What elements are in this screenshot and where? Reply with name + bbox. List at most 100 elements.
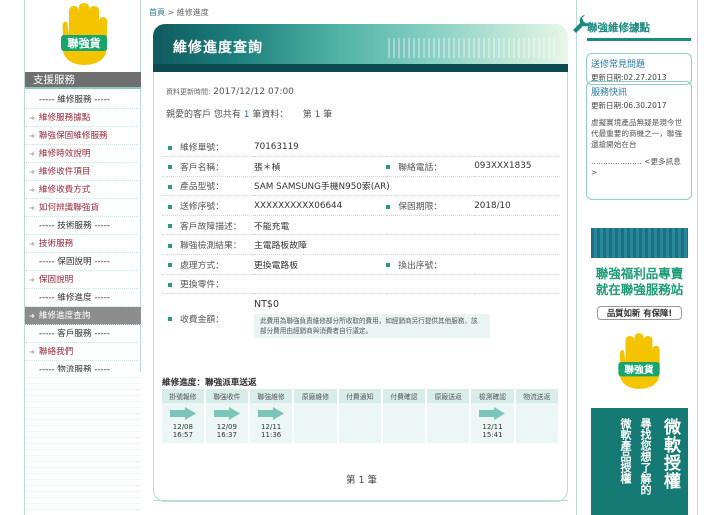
sidebar-item[interactable]: ➜ 聯強保固維修服務 bbox=[25, 127, 141, 145]
promo-slogan: 品質如新 有保障! bbox=[597, 306, 682, 320]
news-box: 服務快訊 更新日期:06.30.2017 虛擬實境產品無疑是現今世代最重要的商機… bbox=[586, 81, 692, 200]
arrow-icon: ➜ bbox=[29, 312, 35, 320]
breadcrumb: 首頁 > 維修進度 bbox=[149, 7, 209, 18]
fault-label: 客戶故障描述： bbox=[162, 215, 254, 236]
sidebar-item[interactable]: ➜ 維修進度查詢 bbox=[25, 307, 141, 325]
banner-decoration bbox=[388, 38, 558, 58]
left-sidebar: 聯強貨 支援服務 ----- 維修服務 ----- ➜ 維修服務據點 ➜ 聯強保固維修服… bbox=[24, 0, 141, 515]
progress-step-label: 付費通知 bbox=[337, 389, 383, 403]
sidebar-item[interactable]: ➜ 維修服務據點 bbox=[25, 109, 141, 127]
news-body[interactable]: 虛擬實境產品無疑是現今世代最重要的商機之一，聯強還搶開始在台 bbox=[591, 117, 687, 150]
sidebar-section-header: ----- 維修進度 ----- bbox=[25, 289, 141, 307]
logo[interactable]: 聯強貨 bbox=[55, 2, 113, 68]
table-row: 客戶故障描述： 不能充電 bbox=[162, 215, 560, 236]
microsoft-ad-line1: 尋找您想了解的 bbox=[639, 418, 652, 495]
promo-banner[interactable]: 聯強福利品專賣就在聯強服務站 品質如新 有保障! 聯強貨 微軟授權 尋找您想了解… bbox=[591, 228, 688, 515]
progress-step-time: 16:57 bbox=[172, 431, 193, 439]
sidebar-item-label: 維修服務據點 bbox=[38, 113, 91, 123]
progress-step-label: 原廠送返 bbox=[426, 389, 472, 403]
sidebar-item[interactable]: ➜ 聯絡我們 bbox=[25, 343, 141, 361]
table-row: 更換零件： bbox=[162, 274, 560, 295]
sidebar-item-label: 維修收件項目 bbox=[38, 167, 91, 177]
breadcrumb-home-link[interactable]: 首頁 bbox=[149, 8, 165, 17]
sidebar-item-label: 如何辨識聯強貨 bbox=[38, 203, 100, 213]
phone-label: 聯絡電話： bbox=[386, 156, 475, 177]
microsoft-ad[interactable]: 微軟授權 尋找您想了解的 微軟產品授權 bbox=[591, 408, 688, 515]
sidebar-title: 支援服務 bbox=[25, 72, 141, 89]
progress-step-label: 聯強維修 bbox=[249, 389, 295, 403]
fault-value: 不能充電 bbox=[254, 215, 560, 236]
sidebar-item[interactable]: ➜ 維修收費方式 bbox=[25, 181, 141, 199]
svg-text:聯強貨: 聯強貨 bbox=[624, 363, 654, 376]
news-date: 更新日期:06.30.2017 bbox=[591, 101, 667, 110]
ticket-value: 70163119 bbox=[254, 137, 560, 158]
progress-step-label: 掛號報修 bbox=[162, 389, 206, 403]
progress-step bbox=[381, 403, 428, 443]
swap-label: 換出序號： bbox=[386, 254, 475, 275]
sidebar-item[interactable]: ➜ 如何辨識聯強貨 bbox=[25, 199, 141, 217]
sidebar-item-label: 聯絡我們 bbox=[38, 347, 74, 357]
sidebar-section-header: ----- 保固說明 ----- bbox=[25, 253, 141, 271]
service-locations-link[interactable]: 聯強維修據點 bbox=[587, 20, 650, 35]
news-more-link[interactable]: ..................... <更多訊息> bbox=[591, 156, 687, 178]
sidebar-section-header: ----- 技術服務 ----- bbox=[25, 217, 141, 235]
page-banner: 維修進度查詢 bbox=[153, 24, 568, 72]
arrow-right-icon bbox=[258, 407, 285, 420]
progress-step-time: 15:41 bbox=[482, 431, 503, 439]
sidebar-item[interactable]: ➜ 維修時效說明 bbox=[25, 145, 141, 163]
result-label: 聯強檢測結果： bbox=[162, 234, 254, 256]
arrow-right-icon bbox=[213, 407, 240, 420]
breadcrumb-separator: > bbox=[167, 8, 175, 17]
sidebar-item[interactable]: ➜ 維修收件項目 bbox=[25, 163, 141, 181]
pager: 第 1 筆 bbox=[345, 475, 378, 486]
progress-title: 維修進度：聯強派車送返 bbox=[162, 378, 257, 388]
record-count: 親愛的客戶 您共有 1 筆資料： 第 1 筆 bbox=[166, 107, 332, 120]
customer-value: 張＊楨 bbox=[254, 156, 387, 177]
progress-step: 12/08 16:57 bbox=[162, 403, 206, 443]
parts-value bbox=[254, 274, 560, 295]
record-page-number: 1 bbox=[314, 110, 321, 120]
progress-step bbox=[514, 403, 561, 443]
warranty-value: 2018/10 bbox=[474, 195, 560, 216]
progress-step-label: 檢測確認 bbox=[470, 389, 516, 403]
arrow-icon: ➜ bbox=[29, 186, 35, 194]
progress-step bbox=[293, 403, 339, 443]
sidebar-item[interactable]: ➜ 技術服務 bbox=[25, 235, 141, 253]
logo-hand-icon: 聯強貨 bbox=[61, 3, 107, 65]
table-row: 收費金額： NT$0 此費用為聯強負責維修部分所收取的費用，如經銷商另行提供其他… bbox=[162, 294, 560, 342]
news-title[interactable]: 服務快訊 bbox=[591, 85, 687, 98]
arrow-right-icon bbox=[169, 407, 196, 420]
customer-label: 客戶名稱： bbox=[162, 156, 254, 177]
faq-title[interactable]: 送修常見問題 bbox=[591, 57, 687, 70]
serial-value: XXXXXXXXXX06644 bbox=[254, 195, 387, 216]
sidebar-item[interactable]: ➜ 保固說明 bbox=[25, 271, 141, 289]
main-panel: 資料更新時間: 2017/12/12 07:00 親愛的客戶 您共有 1 筆資料… bbox=[153, 72, 568, 492]
progress-step-label: 聯強收件 bbox=[204, 389, 251, 403]
update-time: 資料更新時間: 2017/12/12 07:00 bbox=[166, 87, 294, 97]
warranty-label: 保固期限： bbox=[386, 195, 475, 216]
breadcrumb-current: 維修進度 bbox=[176, 8, 209, 17]
arrow-icon: ➜ bbox=[29, 348, 35, 356]
right-sidebar: 聯強維修據點 送修常見問題 更新日期:02.27.2013 服務快訊 更新日期:… bbox=[573, 0, 698, 515]
progress-step: 12/11 11:36 bbox=[249, 403, 295, 443]
table-row: 處理方式： 更換電路板 換出序號： bbox=[162, 254, 560, 275]
sidebar-item-label: 技術服務 bbox=[38, 239, 74, 249]
promo-title: 聯強福利品專賣就在聯強服務站 bbox=[595, 266, 684, 297]
table-row: 維修單號： 70163119 bbox=[162, 137, 560, 158]
progress-step-time: 11:36 bbox=[261, 431, 282, 439]
microsoft-ad-title: 微軟授權 bbox=[660, 418, 680, 490]
arrow-icon: ➜ bbox=[29, 150, 35, 158]
fee-label: 收費金額： bbox=[162, 294, 254, 342]
update-time-value: 2017/12/12 07:00 bbox=[213, 87, 294, 97]
arrow-icon: ➜ bbox=[29, 240, 35, 248]
arrow-icon: ➜ bbox=[29, 204, 35, 212]
sidebar-item-label: 維修收費方式 bbox=[38, 185, 91, 195]
method-value: 更換電路板 bbox=[254, 254, 387, 275]
fee-note: 此費用為聯強負責維修部分所收取的費用，如經銷商另行提供其他服務，該部分費用由經銷… bbox=[254, 313, 490, 338]
table-row: 產品型號： SAM SAMSUNG手機N950索(AR) bbox=[162, 176, 560, 197]
record-page-prefix: 第 bbox=[302, 110, 312, 120]
sidebar-item-label: 保固說明 bbox=[38, 275, 74, 285]
method-label: 處理方式： bbox=[162, 254, 254, 275]
progress-step-date: 12/11 bbox=[261, 423, 282, 431]
record-count-number: 1 bbox=[243, 110, 250, 120]
